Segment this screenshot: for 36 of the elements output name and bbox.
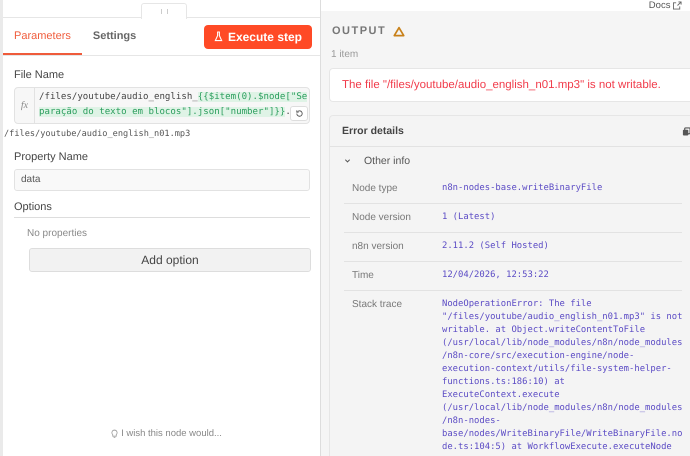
section-toggle[interactable]: Other info: [330, 147, 690, 175]
detail-value: n8n-nodes-base.writeBinaryFile: [442, 182, 602, 195]
empty-text: No properties: [27, 228, 88, 239]
docs-link[interactable]: Docs: [648, 0, 682, 11]
feedback-link[interactable]: I wish this node would...: [111, 428, 222, 439]
chevron-icon: [344, 158, 351, 164]
input-field[interactable]: data: [14, 169, 310, 191]
flask-icon: [214, 31, 223, 42]
field-label: Property Name: [14, 151, 89, 163]
field-label: File Name: [14, 69, 66, 81]
copy-icon[interactable]: [682, 126, 690, 136]
lightbulb-icon: [111, 428, 118, 438]
drag-handle[interactable]: [141, 3, 187, 19]
add-option-button[interactable]: Add option: [29, 248, 311, 272]
detail-value: 2.11.2 (Self Hosted): [442, 240, 549, 253]
detail-label: n8n version: [352, 240, 405, 253]
warning-icon: [393, 26, 406, 36]
fx-label: fx: [20, 100, 28, 111]
external-link-icon: [673, 1, 682, 10]
detail-label: Time: [352, 269, 375, 282]
expression-editor[interactable]: fx /files/youtube/audio_english_{{$item(0).$node["Separação do texto em blocos"].json["number"]}}.: [14, 87, 310, 124]
detail-value: 1 (Latest): [442, 211, 496, 224]
detail-value: 12/04/2026, 12:53:22: [442, 269, 549, 282]
detail-label: Node type: [352, 182, 399, 195]
detail-label: Node version: [352, 211, 412, 224]
panel-title: Error details: [342, 125, 404, 137]
resolved-value: /files/youtube/audio_english_n01.mp3: [4, 129, 192, 139]
output-title: OUTPUT: [332, 25, 386, 37]
detail-label: Stack trace: [352, 298, 404, 312]
expression-text: /files/youtube/audio_english_{{$item(0).$node["Separação do texto em blocos"].json["number"]}}.: [38, 91, 308, 119]
section-label: Options: [14, 201, 53, 213]
error-message: The file "/files/youtube/audio_english_n01.mp3" is not writable.: [342, 79, 661, 91]
tab[interactable]: Settings: [82, 18, 148, 55]
detail-value: NodeOperationError: The file "/files/youtube/audio_english_n01.mp3" is not writable. at Object.writeContentToFile (/usr/local/lib/node_modules/n8n/node_modules /n8n-core/src/execution-engine/node- execution-context/utils/file-system-helper- functions.ts:186:10) at ExecuteContext.execute (/usr/local/lib/node_modules/n8n/node_modules /n8n-nodes- base/nodes/WriteBinaryFile/WriteBinaryFile.no de.ts:104:5) at WorkflowExecute.executeNode: [442, 298, 682, 454]
refresh-icon[interactable]: [290, 106, 308, 121]
item-count: 1 item: [330, 49, 360, 60]
